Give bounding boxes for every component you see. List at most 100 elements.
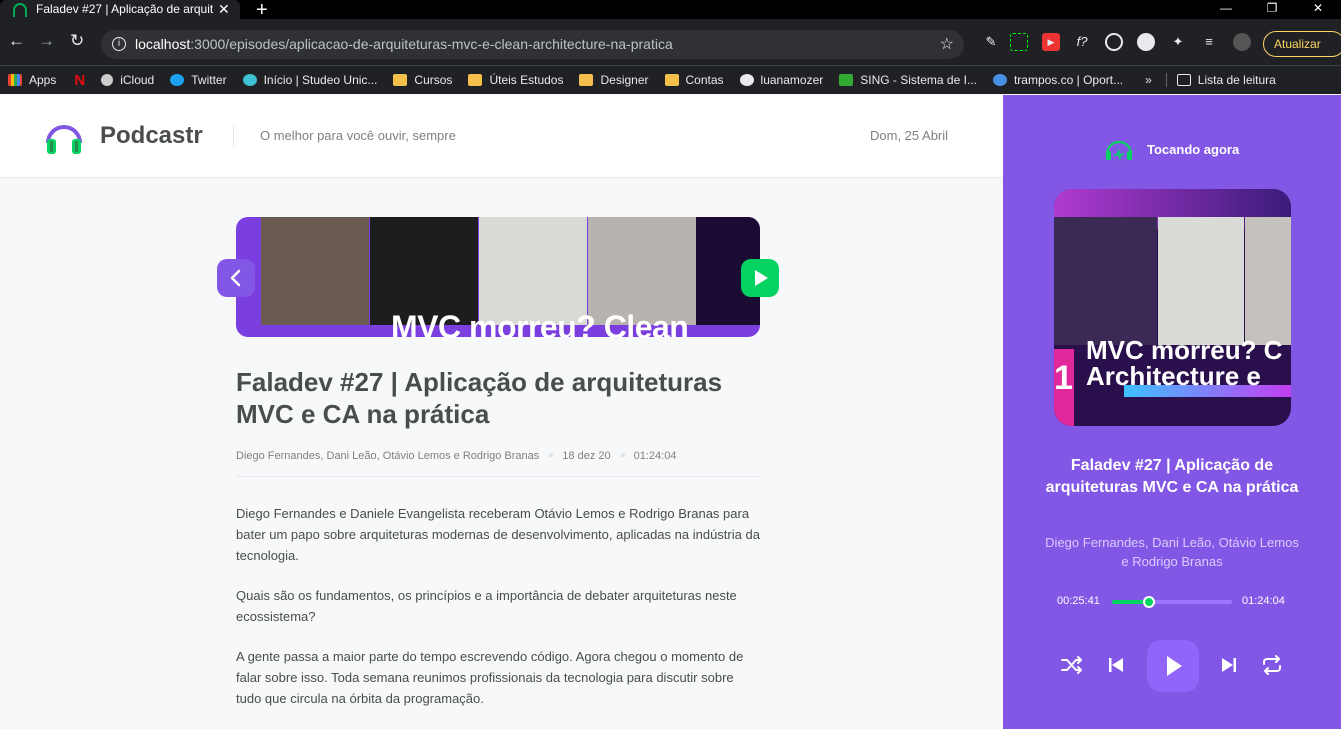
extension-notes-icon[interactable] [1137, 33, 1155, 51]
chevron-left-icon [230, 269, 241, 287]
player-play-button[interactable] [1147, 640, 1199, 692]
now-playing-label: Tocando agora [1147, 142, 1240, 157]
player-panel: Tocando agora 1 MVC morreu? C Architectu… [1003, 95, 1341, 729]
bookmark-sing[interactable]: SING - Sistema de I... [839, 73, 977, 87]
episode-description: Diego Fernandes e Daniele Evangelista re… [236, 503, 760, 728]
shuffle-icon[interactable] [1058, 651, 1086, 679]
bookmark-cursos[interactable]: Cursos [393, 73, 452, 87]
progress-handle[interactable] [1143, 596, 1156, 608]
skip-previous-icon[interactable] [1102, 651, 1130, 679]
header-date: Dom, 25 Abril [870, 128, 949, 143]
progress-slider[interactable] [1112, 596, 1232, 608]
skip-next-icon[interactable] [1215, 651, 1243, 679]
sing-icon [839, 74, 854, 86]
repeat-icon[interactable] [1258, 651, 1286, 679]
extension-screen-icon[interactable] [1010, 33, 1028, 51]
extension-fonts-icon[interactable]: f? [1073, 33, 1091, 51]
maximize-icon[interactable]: ❐ [1249, 0, 1295, 19]
browser-tab-strip: Faladev #27 | Aplicação de arquit ✕ + — … [0, 0, 1341, 21]
current-time: 00:25:41 [1057, 595, 1100, 607]
bookmark-icloud[interactable]: iCloud [101, 73, 154, 87]
player-cover: 1 MVC morreu? C Architecture e [1054, 189, 1291, 426]
app-header: Podcastr O melhor para você ouvir, sempr… [0, 95, 1003, 178]
site-info-icon[interactable]: i [112, 37, 126, 51]
thumbnail-text: MVC morreu? Clean [391, 309, 689, 337]
tab-title: Faladev #27 | Aplicação de arquit [36, 2, 214, 16]
bookmark-trampos[interactable]: trampos.co | Oport... [992, 73, 1123, 87]
play-icon [1167, 656, 1182, 676]
meta-separator [549, 453, 554, 457]
player-episode-members: Diego Fernandes, Dani Leão, Otávio Lemos… [1045, 535, 1299, 569]
folder-icon [393, 74, 408, 86]
studeo-icon [242, 74, 257, 86]
episode-title: Faladev #27 | Aplicação de arquiteturas … [236, 367, 723, 429]
bookmark-github[interactable]: luanamozer [739, 73, 823, 87]
apps-grid-icon [8, 74, 22, 86]
header-tagline: O melhor para você ouvir, sempre [260, 128, 456, 143]
header-divider [233, 125, 234, 147]
cover-person-3 [1245, 217, 1291, 345]
browser-tab[interactable]: Faladev #27 | Aplicação de arquit ✕ [0, 0, 240, 19]
window-controls: — ❐ ✕ [1203, 0, 1341, 19]
meta-separator [620, 453, 625, 457]
bookmark-twitter[interactable]: Twitter [170, 73, 227, 87]
description-paragraph: A gente passa a maior parte do tempo esc… [236, 649, 744, 706]
folder-icon [468, 74, 483, 86]
address-bar[interactable]: i localhost:3000/episodes/aplicacao-de-a… [101, 30, 964, 59]
description-paragraph: Quais são os fundamentos, os princípios … [236, 588, 737, 624]
extensions-puzzle-icon[interactable]: ✦ [1169, 33, 1187, 51]
browser-toolbar: ← → ↻ i localhost:3000/episodes/aplicaca… [0, 19, 1341, 65]
extension-circle-icon[interactable] [1105, 33, 1123, 51]
episode-thumbnail: MVC morreu? Clean [236, 217, 760, 337]
bookmark-apps[interactable]: Apps [8, 73, 56, 87]
update-button[interactable]: Atualizar [1263, 31, 1341, 57]
app-page: Podcastr O melhor para você ouvir, sempr… [0, 95, 1341, 729]
bookmark-netflix[interactable]: N [74, 72, 85, 89]
bookmark-contas[interactable]: Contas [664, 73, 724, 87]
reading-list-button[interactable]: Lista de leitura [1165, 73, 1276, 87]
headphones-logo-icon [46, 125, 82, 154]
brand-name: Podcastr [100, 122, 203, 149]
headphones-favicon-icon [13, 3, 27, 17]
trampos-icon [992, 74, 1007, 86]
cover-side-number: 1 [1054, 359, 1073, 397]
minimize-icon[interactable]: — [1203, 0, 1249, 19]
back-arrow-icon[interactable]: ← [8, 31, 25, 51]
extension-pen-icon[interactable]: ✎ [982, 33, 1000, 51]
bookmark-designer[interactable]: Designer [579, 73, 649, 87]
url-path: :3000/episodes/aplicacao-de-arquiteturas… [190, 36, 673, 52]
bookmarks-overflow-button[interactable]: » [1145, 73, 1152, 87]
cover-person-2 [1158, 217, 1244, 345]
back-button[interactable] [217, 259, 255, 297]
bookmark-star-icon[interactable]: ☆ [940, 30, 954, 59]
episode-published: 18 dez 20 [562, 450, 611, 462]
bookmark-uteis[interactable]: Úteis Estudos [468, 73, 563, 87]
extension-youtube-icon[interactable]: ▶ [1042, 33, 1060, 51]
episode-duration: 01:24:04 [633, 450, 677, 462]
forward-arrow-icon[interactable]: → [38, 31, 55, 51]
thumbnail-person-1 [261, 217, 369, 325]
profile-avatar[interactable] [1233, 33, 1251, 51]
github-icon [739, 74, 754, 86]
now-playing-headphones-icon [1105, 140, 1133, 161]
tab-close-icon[interactable]: ✕ [218, 0, 230, 19]
close-window-icon[interactable]: ✕ [1295, 0, 1341, 19]
description-paragraph: Diego Fernandes e Daniele Evangelista re… [236, 506, 760, 563]
player-episode-title: Faladev #27 | Aplicação de arquiteturas … [1045, 457, 1299, 496]
media-control-icon[interactable]: ≡ [1200, 33, 1218, 51]
reload-icon[interactable]: ↻ [70, 31, 84, 51]
bookmark-studeo[interactable]: Início | Studeo Unic... [242, 73, 377, 87]
total-time: 01:24:04 [1242, 595, 1285, 607]
cover-person-1 [1054, 217, 1157, 345]
folder-icon [579, 74, 594, 86]
episode-meta: Diego Fernandes, Dani Leão, Otávio Lemos… [236, 450, 760, 477]
play-episode-button[interactable] [741, 259, 779, 297]
bookmarks-bar: Apps N iCloud Twitter Início | Studeo Un… [0, 65, 1341, 94]
cover-text: MVC morreu? C Architecture e [1086, 335, 1283, 391]
folder-icon [664, 74, 679, 86]
url-host: localhost [135, 36, 191, 52]
twitter-icon [170, 74, 185, 86]
play-icon [755, 270, 768, 286]
episode-members: Diego Fernandes, Dani Leão, Otávio Lemos… [236, 450, 540, 462]
apple-icon [101, 74, 114, 86]
